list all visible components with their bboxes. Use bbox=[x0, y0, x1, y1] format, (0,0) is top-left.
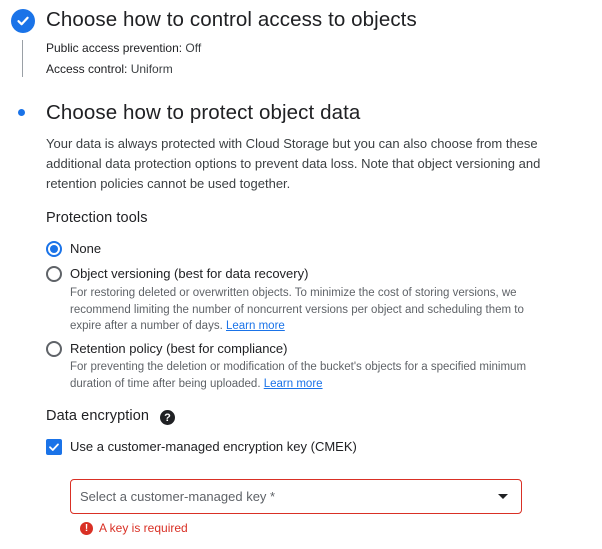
help-circle-icon[interactable]: ? bbox=[160, 410, 175, 425]
protection-tools-heading: Protection tools bbox=[46, 210, 148, 226]
key-error-message: ! A key is required bbox=[80, 521, 188, 535]
radio-object-versioning-label[interactable]: Object versioning (best for data recover… bbox=[70, 266, 308, 281]
radio-retention-policy[interactable] bbox=[46, 341, 62, 357]
cmek-checkbox[interactable] bbox=[46, 439, 62, 455]
object-versioning-learn-more-link[interactable]: Learn more bbox=[226, 320, 285, 332]
step-protect-description: Your data is always protected with Cloud… bbox=[46, 136, 541, 191]
radio-none[interactable] bbox=[46, 241, 62, 257]
check-circle-icon bbox=[11, 9, 35, 33]
radio-retention-policy-label[interactable]: Retention policy (best for compliance) bbox=[70, 341, 288, 356]
dropdown-arrow-icon bbox=[498, 494, 508, 499]
retention-policy-learn-more-link[interactable]: Learn more bbox=[264, 378, 323, 390]
public-access-value: Off bbox=[185, 41, 202, 55]
object-versioning-help: For restoring deleted or overwritten obj… bbox=[70, 285, 530, 335]
access-control-summary: Access control: Uniform bbox=[46, 62, 173, 76]
step-access-title: Choose how to control access to objects bbox=[46, 8, 417, 31]
error-icon: ! bbox=[80, 521, 93, 535]
object-versioning-help-text: For restoring deleted or overwritten obj… bbox=[70, 287, 524, 332]
public-access-label: Public access prevention: bbox=[46, 41, 183, 55]
customer-managed-key-select[interactable]: Select a customer-managed key * bbox=[70, 479, 522, 514]
radio-none-label[interactable]: None bbox=[70, 241, 101, 256]
cmek-checkbox-label[interactable]: Use a customer-managed encryption key (C… bbox=[70, 439, 357, 454]
access-control-label: Access control: bbox=[46, 62, 128, 76]
retention-policy-help: For preventing the deletion or modificat… bbox=[70, 359, 530, 392]
key-select-placeholder: Select a customer-managed key * bbox=[80, 489, 276, 504]
current-step-dot-icon bbox=[18, 109, 25, 116]
step-connector-line bbox=[22, 40, 23, 77]
radio-object-versioning[interactable] bbox=[46, 266, 62, 282]
step-protect-title: Choose how to protect object data bbox=[46, 101, 361, 124]
data-encryption-heading: Data encryption bbox=[46, 408, 150, 424]
public-access-summary: Public access prevention: Off bbox=[46, 41, 201, 55]
access-control-value: Uniform bbox=[130, 62, 173, 76]
key-error-text: A key is required bbox=[99, 521, 188, 535]
